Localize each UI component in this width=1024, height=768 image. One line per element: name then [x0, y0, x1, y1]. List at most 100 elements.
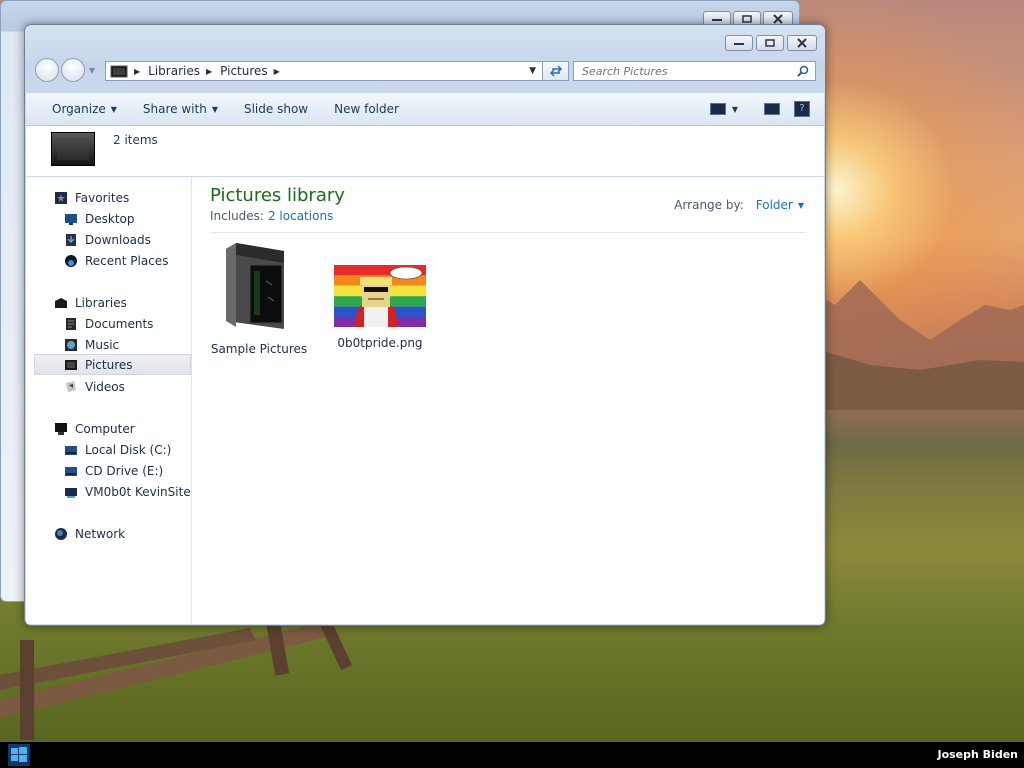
nav-item-local-disk[interactable]: Local Disk (C:)	[64, 439, 171, 460]
nav-network[interactable]: Network	[54, 523, 125, 544]
change-view-button[interactable]: ▼	[709, 103, 738, 115]
view-controls: ▼ ?	[709, 93, 810, 125]
arrange-by-dropdown[interactable]: Folder	[756, 198, 793, 212]
nav-item-pictures[interactable]: Pictures	[34, 354, 191, 375]
breadcrumb-pictures[interactable]: Pictures	[220, 64, 268, 78]
favorites-star-icon	[55, 191, 67, 204]
preview-pane-button[interactable]	[764, 103, 780, 115]
minimize-button[interactable]	[725, 35, 753, 51]
close-button[interactable]	[787, 35, 817, 51]
navigation-buttons: ▼	[35, 58, 97, 82]
item-count: 2 items	[113, 133, 158, 147]
minimize-icon	[734, 43, 744, 45]
organize-label: Organize	[52, 102, 106, 116]
hard-drive-icon	[65, 445, 77, 455]
user-name: Joseph Biden	[937, 748, 1018, 761]
documents-icon	[66, 317, 76, 330]
library-title: Pictures library	[210, 185, 345, 206]
nav-libraries-label: Libraries	[75, 295, 127, 310]
search-input[interactable]	[574, 63, 794, 79]
nav-item-videos[interactable]: Videos	[64, 376, 125, 397]
slide-show-label: Slide show	[243, 102, 309, 116]
nav-item-desktop[interactable]: Desktop	[64, 208, 135, 229]
forward-button[interactable]	[61, 58, 85, 82]
computer-icon	[55, 422, 67, 435]
refresh-button[interactable]	[543, 61, 569, 81]
address-bar[interactable]: ▶ Libraries ▶ Pictures ▶ ▼	[105, 61, 543, 81]
view-icon	[709, 103, 726, 115]
maximize-icon	[765, 39, 775, 47]
maximize-button[interactable]	[756, 35, 784, 51]
nav-favorites[interactable]: Favorites	[54, 187, 129, 208]
pictures-icon	[65, 359, 77, 370]
desktop-icon	[65, 213, 77, 225]
file-item-0b0tpride[interactable]: 0b0tpride.png	[325, 265, 435, 350]
nav-computer[interactable]: Computer	[54, 418, 135, 439]
new-folder-label: New folder	[334, 102, 399, 116]
nav-item-recent-places[interactable]: Recent Places	[64, 250, 168, 271]
windows-logo-icon[interactable]	[8, 744, 30, 766]
nav-item-label: Documents	[85, 316, 154, 331]
share-with-button[interactable]: Share with ▼	[130, 93, 231, 125]
slide-show-button[interactable]: Slide show	[231, 93, 321, 125]
help-button[interactable]: ?	[794, 101, 810, 117]
window-controls	[725, 35, 817, 51]
command-bar: Organize ▼ Share with ▼ Slide show New fol…	[26, 93, 824, 126]
organize-button[interactable]: Organize ▼	[26, 93, 130, 125]
network-drive-icon	[65, 487, 77, 498]
nav-item-label: Local Disk (C:)	[85, 442, 172, 457]
search-icon[interactable]	[797, 65, 809, 77]
image-thumbnail	[334, 265, 426, 327]
cd-drive-icon	[65, 466, 77, 476]
nav-item-label: Downloads	[85, 232, 151, 247]
chevron-down-icon: ▼	[731, 104, 738, 114]
locations-link[interactable]: 2 locations	[268, 209, 333, 223]
refresh-icon	[549, 65, 562, 77]
chevron-down-icon[interactable]: ▼	[798, 201, 804, 210]
close-icon	[773, 14, 783, 24]
videos-icon	[66, 380, 76, 392]
nav-item-label: Desktop	[85, 211, 135, 226]
nav-item-cd-drive[interactable]: CD Drive (E:)	[64, 460, 163, 481]
chevron-down-icon: ▼	[110, 104, 117, 114]
back-button[interactable]	[35, 58, 59, 82]
recent-pages-dropdown[interactable]: ▼	[87, 58, 97, 82]
recent-places-icon	[65, 254, 77, 267]
new-folder-button[interactable]: New folder	[321, 93, 412, 125]
folder-icon	[226, 243, 284, 329]
breadcrumb-separator-icon[interactable]: ▶	[206, 67, 212, 76]
chevron-down-icon: ▼	[211, 104, 218, 114]
music-icon	[65, 338, 77, 351]
nav-item-label: Pictures	[85, 357, 133, 372]
divider	[210, 232, 806, 233]
nav-item-label: Recent Places	[85, 253, 169, 268]
search-box[interactable]	[573, 61, 816, 81]
nav-computer-label: Computer	[75, 421, 135, 436]
nav-item-label: VM0b0t KevinSite	[85, 484, 191, 499]
library-details-strip: 2 items	[26, 126, 824, 176]
nav-item-documents[interactable]: Documents	[64, 313, 153, 334]
arrange-by-control: Arrange by: Folder ▼	[674, 198, 804, 212]
nav-network-label: Network	[75, 526, 126, 541]
includes-label: Includes:	[210, 209, 264, 223]
nav-favorites-label: Favorites	[75, 190, 130, 205]
library-includes: Includes: 2 locations	[210, 209, 333, 223]
explorer-window[interactable]: ▼ ▶ Libraries ▶ Pictures ▶ ▼ Organize ▼ S…	[24, 24, 826, 626]
network-globe-icon	[55, 527, 67, 540]
downloads-icon	[66, 233, 76, 246]
breadcrumb-separator-icon[interactable]: ▶	[274, 67, 280, 76]
minimize-icon	[712, 19, 722, 21]
breadcrumb-libraries[interactable]: Libraries	[148, 64, 200, 78]
navigation-pane: Favorites Desktop Downloads Recent Place…	[26, 177, 192, 624]
file-name: Sample Pictures	[210, 342, 308, 356]
address-dropdown-icon[interactable]: ▼	[529, 66, 536, 76]
file-item-sample-pictures[interactable]: Sample Pictures	[204, 241, 314, 356]
nav-item-label: Music	[85, 337, 120, 352]
nav-item-network-drive[interactable]: VM0b0t KevinSite	[64, 481, 191, 502]
breadcrumb-separator-icon[interactable]: ▶	[134, 67, 140, 76]
nav-libraries[interactable]: Libraries	[54, 292, 127, 313]
nav-item-downloads[interactable]: Downloads	[64, 229, 151, 250]
nav-item-music[interactable]: Music	[64, 334, 119, 355]
libraries-icon	[110, 65, 128, 78]
taskbar: Joseph Biden	[0, 742, 1024, 768]
